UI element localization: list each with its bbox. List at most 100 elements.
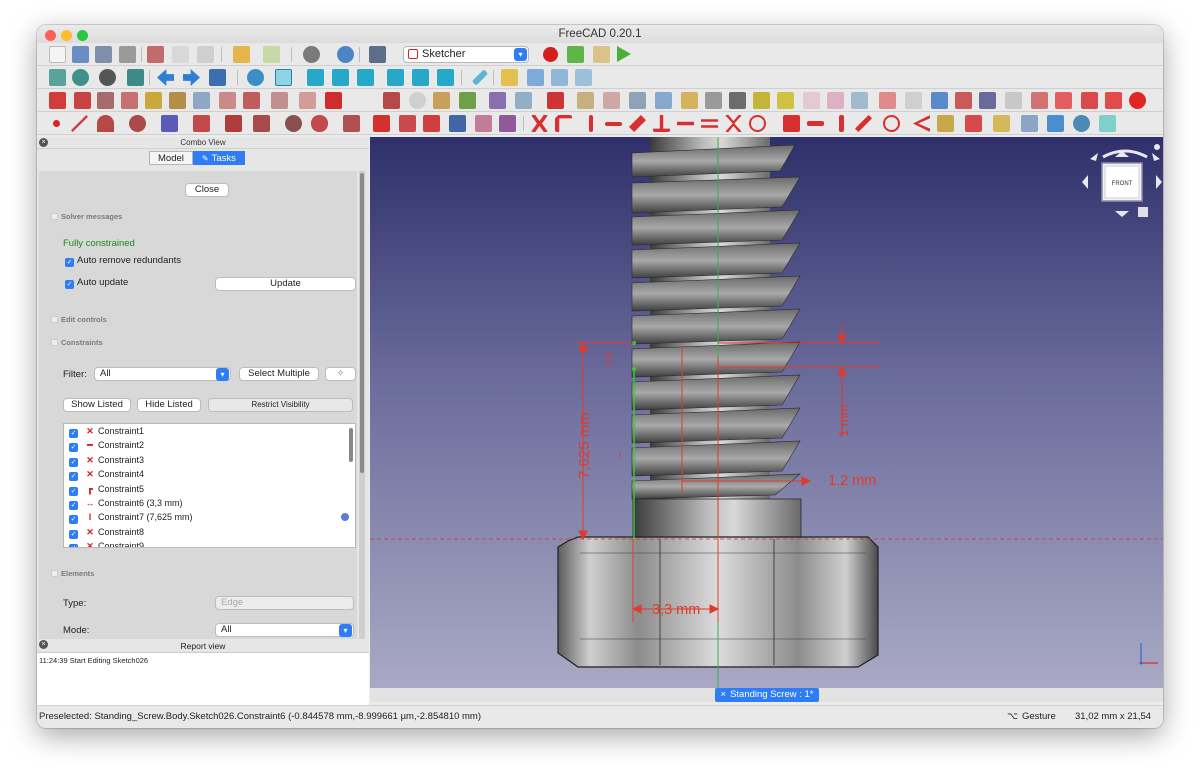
constrain-lock-icon[interactable]	[783, 115, 800, 132]
export-icon[interactable]	[1047, 115, 1064, 132]
tab-model[interactable]: Model	[149, 151, 193, 165]
isometric-view-icon[interactable]	[275, 69, 292, 86]
view-section-icon[interactable]	[145, 92, 162, 109]
part-common-icon[interactable]	[1031, 92, 1048, 109]
select-redundant-icon[interactable]	[515, 92, 532, 109]
circle-icon[interactable]	[129, 115, 146, 132]
part-shape-builder-icon[interactable]	[753, 92, 770, 109]
fit-selection-icon[interactable]	[72, 69, 89, 86]
line-icon[interactable]	[71, 115, 88, 132]
create-group-icon[interactable]	[527, 69, 544, 86]
part-loft-icon[interactable]	[905, 92, 922, 109]
dimension-1-2[interactable]: 1.2 mm	[828, 473, 876, 489]
dimension-small[interactable]: 0.8	[604, 352, 614, 365]
import-icon[interactable]	[1021, 115, 1038, 132]
undo-icon[interactable]	[233, 46, 250, 63]
execute-macro-icon[interactable]	[617, 46, 631, 62]
auto-update-checkbox[interactable]: ✓ Auto update	[65, 277, 128, 289]
top-view-icon[interactable]	[332, 69, 349, 86]
clone-icon[interactable]	[325, 92, 342, 109]
constraint-row[interactable]: ✓ ━ Constraint2	[64, 438, 355, 453]
dimension-3-3[interactable]: 3,3 mm	[652, 602, 700, 618]
settings-wand-button[interactable]: ✧	[325, 367, 356, 381]
checkbox-icon[interactable]: ✓	[69, 472, 78, 482]
checkbox-icon[interactable]: ✓	[69, 544, 78, 547]
part-fillet-icon[interactable]	[851, 92, 868, 109]
left-view-icon[interactable]	[437, 69, 454, 86]
constrain-angle-icon[interactable]	[913, 115, 930, 132]
solver-messages-section[interactable]: Solver messages	[51, 212, 122, 221]
constrain-radius-icon[interactable]	[883, 115, 900, 132]
document-tab[interactable]: × Standing Screw : 1*	[715, 688, 819, 702]
select-origin-icon[interactable]	[459, 92, 476, 109]
constrain-symmetric-icon[interactable]	[725, 115, 742, 132]
part-primitives-icon[interactable]	[729, 92, 746, 109]
fit-all-icon[interactable]	[49, 69, 66, 86]
right-view-icon[interactable]	[357, 69, 374, 86]
constraint-list[interactable]: ✓ ✕ Constraint1 ✓ ━ Constraint2 ✓ ✕ Constraint3 ✓…	[63, 423, 356, 548]
trim-icon[interactable]	[373, 115, 390, 132]
edit-controls-section[interactable]: Edit controls	[51, 315, 107, 324]
part-sphere-icon[interactable]	[629, 92, 646, 109]
save-as-icon[interactable]	[119, 46, 136, 63]
select-constraints-icon[interactable]	[433, 92, 450, 109]
close-window-button[interactable]	[45, 30, 56, 41]
part-torus-icon[interactable]	[681, 92, 698, 109]
constrain-block-icon[interactable]	[749, 115, 766, 132]
constrain-distance-icon[interactable]	[855, 115, 872, 132]
part-compound-icon[interactable]	[1105, 92, 1122, 109]
constrain-point-on-object-icon[interactable]	[555, 115, 572, 132]
show-listed-button[interactable]: Show Listed	[63, 398, 131, 412]
validate-sketch-icon[interactable]	[219, 92, 236, 109]
update-button[interactable]: Update	[215, 277, 356, 291]
constraint-row[interactable]: ✓ I Constraint7 (7,625 mm)	[64, 510, 355, 525]
constrain-tangent-icon[interactable]	[677, 121, 694, 126]
reorient-sketch-icon[interactable]	[193, 92, 210, 109]
checkbox-icon[interactable]: ✓	[69, 429, 78, 438]
cut-icon[interactable]	[147, 46, 164, 63]
link-actions-icon[interactable]	[575, 69, 592, 86]
constrain-coincident-icon[interactable]	[531, 115, 548, 132]
new-document-icon[interactable]	[49, 46, 66, 63]
open-folder-icon[interactable]	[72, 46, 89, 63]
paste-icon[interactable]	[197, 46, 214, 63]
copy-icon[interactable]	[172, 46, 189, 63]
mode-select[interactable]: All ▾	[215, 623, 354, 637]
create-part-icon[interactable]	[501, 69, 518, 86]
std-view-menu-icon[interactable]	[209, 69, 226, 86]
front-view-icon[interactable]	[307, 69, 324, 86]
part-section-icon[interactable]	[1055, 92, 1072, 109]
constrain-perpendicular-icon[interactable]	[653, 115, 670, 132]
navigation-style[interactable]: ⌥ Gesture	[1007, 706, 1056, 728]
bspline-icon[interactable]	[193, 115, 210, 132]
close-icon[interactable]: ×	[39, 138, 48, 147]
close-button[interactable]: Close	[185, 183, 229, 197]
part-box-icon[interactable]	[577, 92, 594, 109]
navigation-cube[interactable]: FRONT	[1082, 144, 1162, 217]
restrict-visibility-button[interactable]: Restrict Visibility	[208, 398, 353, 412]
elements-section[interactable]: Elements	[51, 569, 94, 578]
workbench-selector[interactable]: Sketcher ▾	[403, 46, 529, 63]
part-fuse-icon[interactable]	[1005, 92, 1022, 109]
conic-icon[interactable]	[161, 115, 178, 132]
type-select[interactable]: Edge	[215, 596, 354, 610]
bottom-view-icon[interactable]	[412, 69, 429, 86]
view-plane-icon[interactable]	[1073, 115, 1090, 132]
constraint-row[interactable]: ✓ ✕ Constraint8	[64, 525, 355, 539]
edit-sketch-icon[interactable]	[74, 92, 91, 109]
whats-this-icon[interactable]	[369, 46, 386, 63]
task-panel-scrollbar[interactable]	[359, 171, 365, 639]
split-icon[interactable]	[423, 115, 440, 132]
toggle-construction-icon[interactable]	[499, 115, 516, 132]
constrain-vertical-distance-icon[interactable]	[839, 115, 844, 132]
checkbox-icon[interactable]: ✓	[69, 486, 78, 496]
part-sweep-icon[interactable]	[931, 92, 948, 109]
sketch-point[interactable]	[632, 367, 636, 371]
checkbox-icon[interactable]: ✓	[69, 457, 78, 467]
select-associated-icon[interactable]	[409, 92, 426, 109]
stop-macro-icon[interactable]	[567, 46, 584, 63]
checkbox-icon[interactable]: ✓	[69, 515, 78, 525]
carbon-copy-icon[interactable]	[475, 115, 492, 132]
external-geometry-icon[interactable]	[449, 115, 466, 132]
save-icon[interactable]	[95, 46, 112, 63]
